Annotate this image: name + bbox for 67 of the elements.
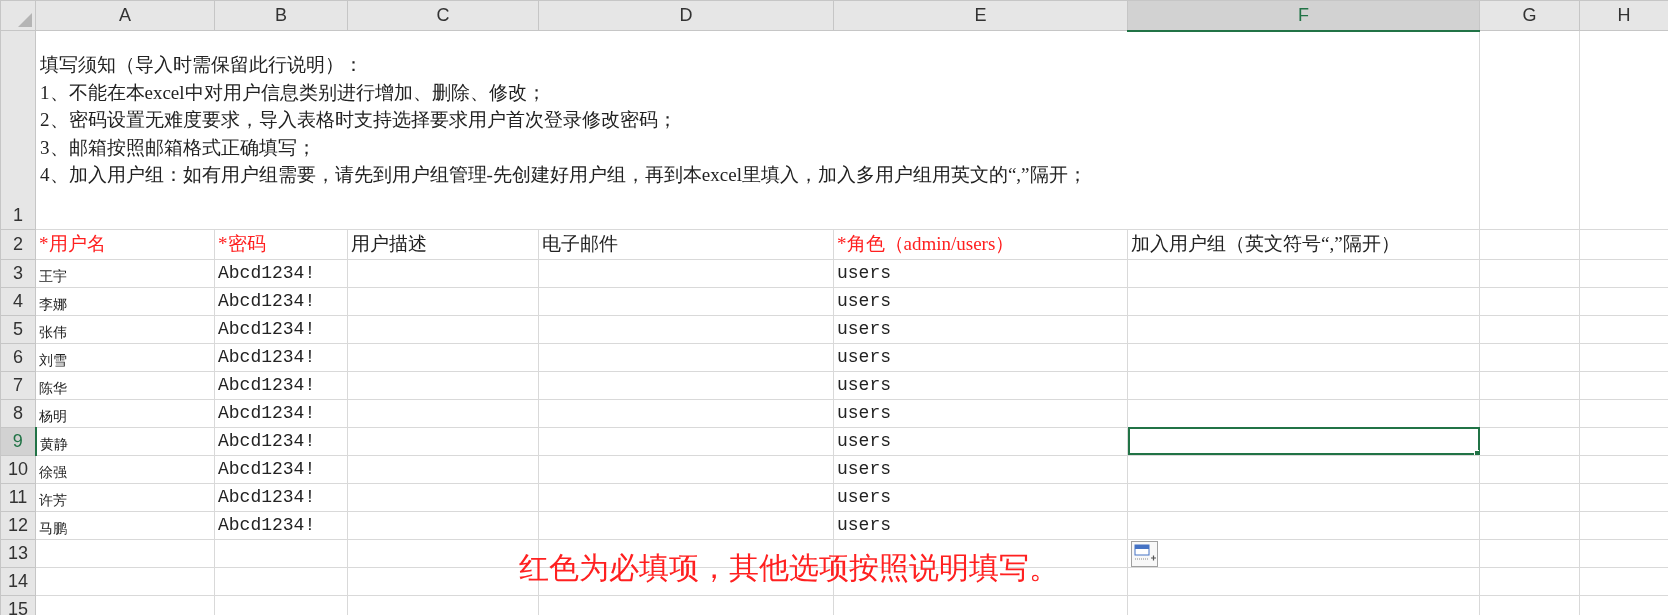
- column-heading: *密码: [218, 233, 266, 254]
- column-heading: 加入用户组（英文符号“,”隔开）: [1131, 233, 1400, 254]
- table-cell: Abcd1234!: [218, 346, 316, 367]
- column-header[interactable]: F: [1127, 0, 1480, 31]
- instruction-text: 3、邮箱按照邮箱格式正确填写；: [40, 135, 317, 160]
- column-heading: *用户名: [39, 233, 106, 254]
- row-header[interactable]: 8: [0, 399, 36, 427]
- table-cell: Abcd1234!: [218, 402, 316, 423]
- table-cell: 刘雪: [39, 351, 67, 368]
- row-header[interactable]: 9: [0, 427, 36, 455]
- column-header[interactable]: C: [347, 0, 539, 31]
- table-cell: 李娜: [39, 295, 67, 312]
- table-cell: users: [837, 402, 891, 423]
- table-cell: Abcd1234!: [218, 430, 316, 451]
- table-cell: users: [837, 458, 891, 479]
- row-header[interactable]: 4: [0, 287, 36, 315]
- table-cell: 黄静: [39, 435, 68, 452]
- instruction-text: 4、加入用户组：如有用户组需要，请先到用户组管理-先创建好用户组，再到本excel里填入，加入多用户组用英文的“,”隔开；: [40, 163, 1088, 188]
- table-cell: users: [837, 374, 891, 395]
- column-heading: *角色（admin/users）: [837, 233, 1015, 254]
- row-header[interactable]: 7: [0, 371, 36, 399]
- table-cell: users: [837, 514, 891, 535]
- table-cell: users: [837, 430, 891, 451]
- row-header[interactable]: 6: [0, 343, 36, 371]
- instruction-text: 1、不能在本excel中对用户信息类别进行增加、删除、修改；: [40, 80, 547, 105]
- column-header[interactable]: B: [214, 0, 348, 31]
- table-cell: users: [837, 318, 891, 339]
- row-header[interactable]: 5: [0, 315, 36, 343]
- paste-options-icon[interactable]: [1131, 541, 1158, 567]
- column-header[interactable]: G: [1479, 0, 1580, 31]
- row-header[interactable]: 1: [0, 30, 36, 230]
- row-header[interactable]: 2: [0, 229, 36, 259]
- table-cell: users: [837, 486, 891, 507]
- table-cell: 杨明: [39, 407, 67, 424]
- column-header[interactable]: H: [1579, 0, 1668, 31]
- table-cell: 许芳: [39, 491, 67, 508]
- table-cell: Abcd1234!: [218, 514, 316, 535]
- row-header[interactable]: 10: [0, 455, 36, 483]
- table-cell: 马鹏: [39, 519, 67, 536]
- active-cell[interactable]: [1127, 427, 1480, 455]
- table-cell: users: [837, 290, 891, 311]
- table-cell: Abcd1234!: [218, 318, 316, 339]
- table-cell: users: [837, 346, 891, 367]
- table-cell: Abcd1234!: [218, 486, 316, 507]
- table-cell: users: [837, 262, 891, 283]
- table-cell: Abcd1234!: [218, 290, 316, 311]
- column-header[interactable]: A: [35, 0, 215, 31]
- row-header[interactable]: 11: [0, 483, 36, 511]
- table-cell: Abcd1234!: [218, 458, 316, 479]
- column-heading: 电子邮件: [542, 233, 618, 254]
- row-header[interactable]: 15: [0, 595, 36, 615]
- row-header[interactable]: 3: [0, 259, 36, 287]
- instruction-text: 2、密码设置无难度要求，导入表格时支持选择要求用户首次登录修改密码；: [40, 108, 678, 133]
- note-text: 红色为必填项，其他选项按照说明填写。: [519, 549, 1059, 587]
- row-header[interactable]: 13: [0, 539, 36, 567]
- table-cell: 陈华: [39, 379, 67, 396]
- row-header[interactable]: 14: [0, 567, 36, 595]
- table-cell: 张伟: [39, 323, 67, 340]
- column-header[interactable]: E: [833, 0, 1128, 31]
- row-header[interactable]: 12: [0, 511, 36, 539]
- table-cell: Abcd1234!: [218, 374, 316, 395]
- instruction-text: 填写须知（导入时需保留此行说明）：: [40, 53, 364, 78]
- column-heading: 用户描述: [351, 233, 427, 254]
- table-cell: Abcd1234!: [218, 262, 316, 283]
- column-header[interactable]: D: [538, 0, 834, 31]
- table-cell: 徐强: [39, 463, 67, 480]
- table-cell: 王宇: [39, 267, 67, 284]
